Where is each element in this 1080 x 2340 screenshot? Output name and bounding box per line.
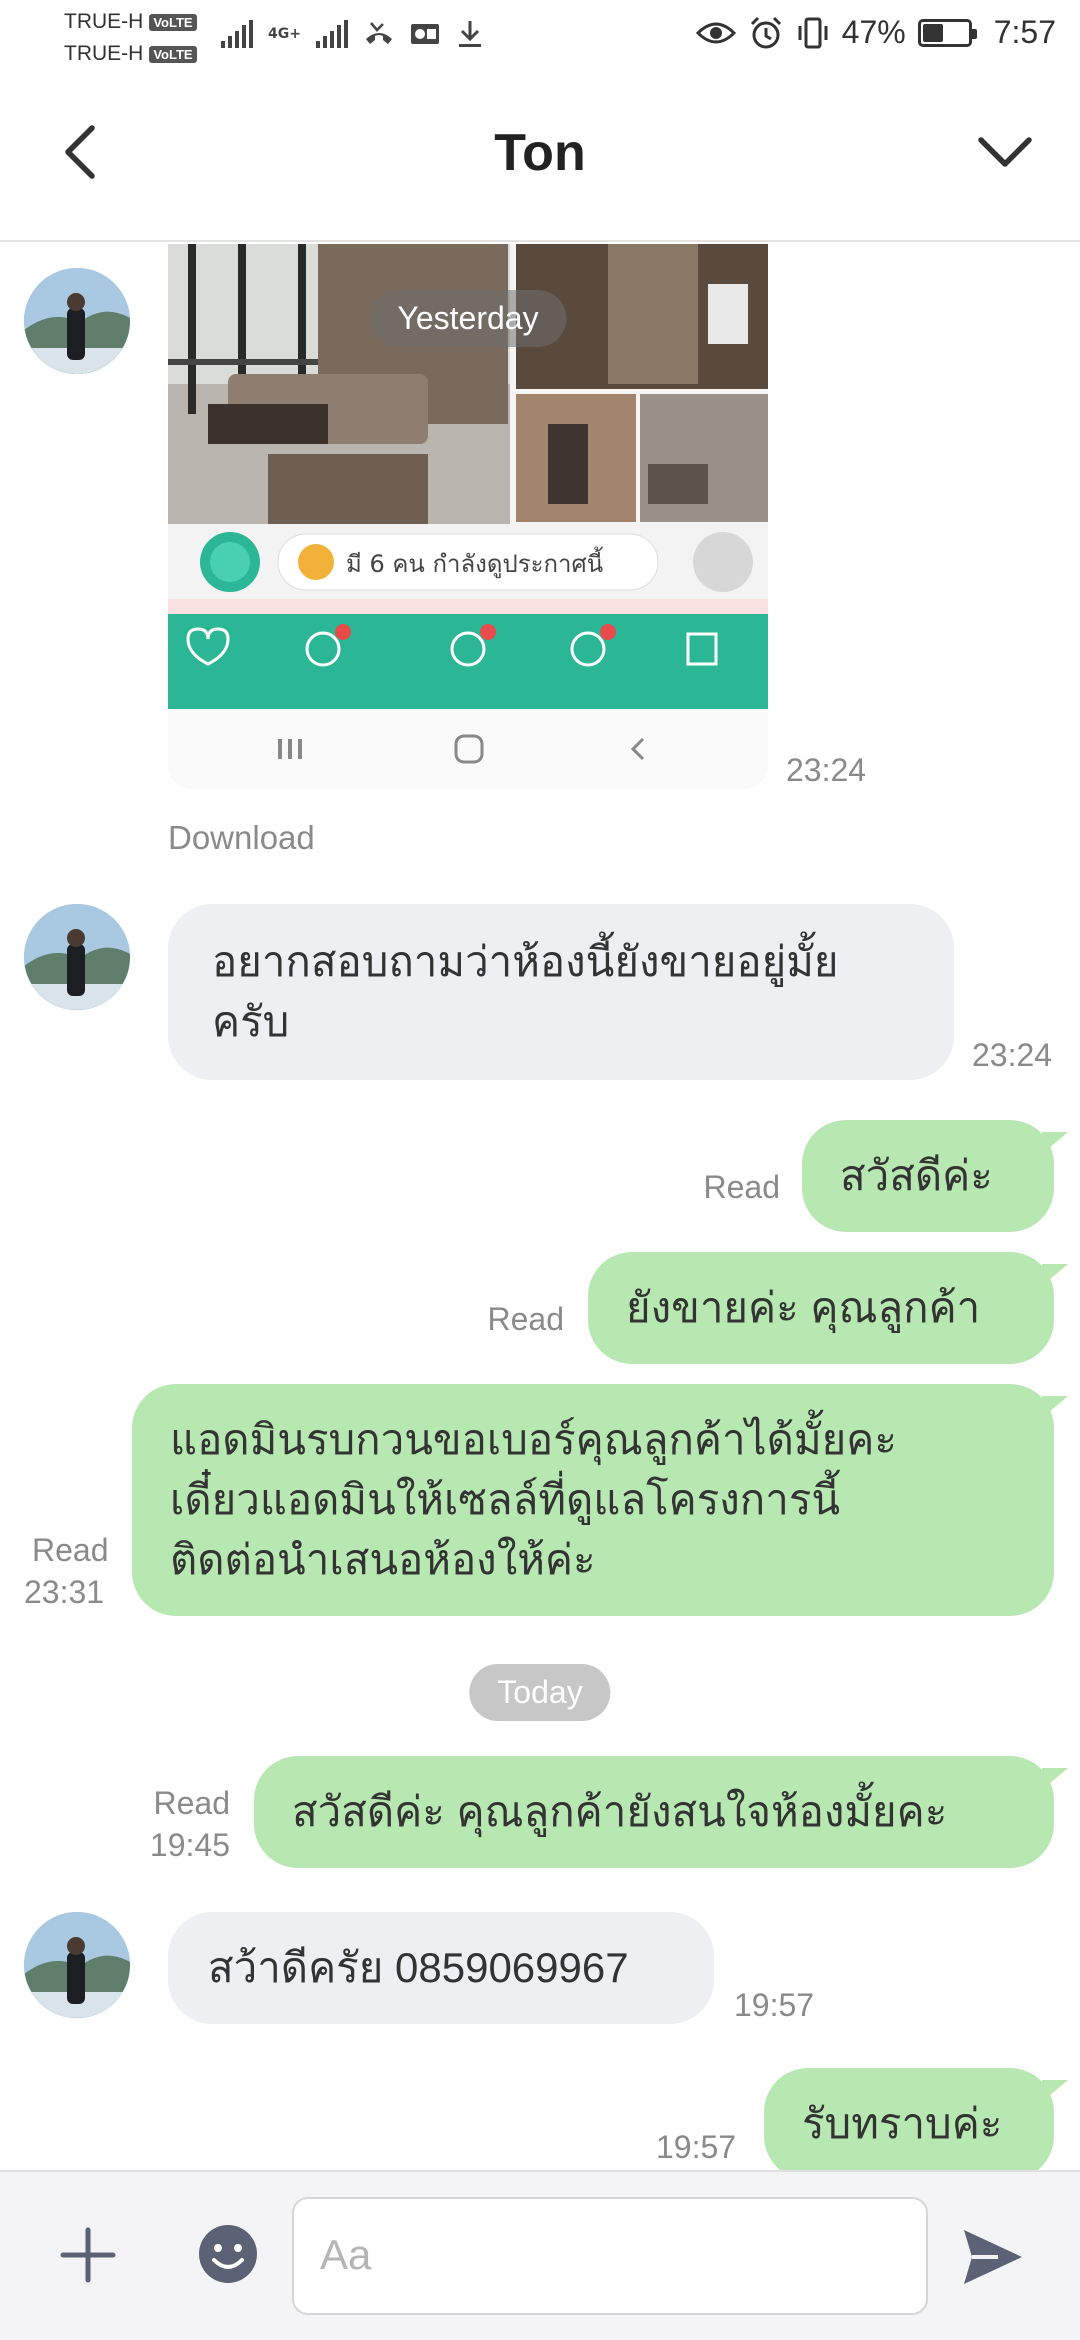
date-divider-today: Today xyxy=(469,1664,611,1721)
message-time: 23:24 xyxy=(786,752,867,788)
avatar[interactable] xyxy=(24,268,130,374)
read-receipt: Read xyxy=(703,1169,781,1205)
smiley-icon xyxy=(199,2225,257,2283)
chat-title: Ton xyxy=(494,124,586,182)
message-text-line: ติดต่อนำเสนอห้องให้ค่ะ xyxy=(170,1536,596,1583)
message-text: สวัสดีค่ะ xyxy=(840,1152,993,1199)
shared-image[interactable]: มี 6 คน กำลังดูประกาศนี้ Yesterday xyxy=(168,244,768,789)
read-receipt: Read xyxy=(487,1301,565,1337)
vibrate-icon xyxy=(798,17,828,48)
message-text-line: เดี๋ยวแอดมินให้เซลล์ที่ดูแลโครงการนี้ xyxy=(170,1476,841,1523)
outgoing-message-bubble[interactable]: รับทราบค่ะ xyxy=(764,2068,1068,2170)
battery-level xyxy=(922,23,944,42)
add-attachment-button[interactable] xyxy=(55,2222,121,2288)
message-text: รับทราบค่ะ xyxy=(802,2100,1003,2147)
status-icons-left: 4G+ xyxy=(220,18,485,50)
network-type-label: 4G+ xyxy=(268,26,301,42)
status-icons-right: 47% 7:57 xyxy=(695,14,1056,51)
chat-messages-area[interactable]: มี 6 คน กำลังดูประกาศนี้ Yesterday 23:24 xyxy=(0,244,1080,2170)
download-icon xyxy=(458,21,481,47)
message-input[interactable]: Aa xyxy=(292,2197,928,2315)
message-time: 19:57 xyxy=(734,1987,815,2023)
signal-icon xyxy=(221,20,253,48)
plus-icon xyxy=(60,2227,116,2283)
signal-icon-2 xyxy=(315,20,348,48)
clock-time: 7:57 xyxy=(993,14,1056,50)
avatar-photo xyxy=(24,268,130,374)
outgoing-message-bubble[interactable]: สวัสดีค่ะ xyxy=(802,1120,1068,1232)
carrier-info: TRUE-H VoLTE TRUE-H VoLTE xyxy=(64,6,197,70)
carrier-2-label: TRUE-H xyxy=(64,42,144,65)
incoming-message-bubble[interactable]: สว้าดีครัย 0859069967 xyxy=(168,1912,714,2024)
outgoing-message-bubble[interactable]: สวัสดีค่ะ คุณลูกค้ายังสนใจห้องมั้ยคะ xyxy=(254,1756,1068,1868)
download-link[interactable]: Download xyxy=(168,819,315,857)
message-time: 23:24 xyxy=(972,1037,1053,1073)
volte-badge-1: VoLTE xyxy=(149,13,197,31)
message-text: ยังขายค่ะ คุณลูกค้า xyxy=(626,1284,981,1331)
viewer-counter-text: มี 6 คน กำลังดูประกาศนี้ xyxy=(346,546,603,579)
volte-badge-2: VoLTE xyxy=(149,45,197,63)
message-text-line: ครับ xyxy=(212,998,290,1045)
avatar[interactable] xyxy=(24,904,130,1010)
message-text: สว้าดีครัย 0859069967 xyxy=(208,1944,629,1991)
send-icon xyxy=(964,2230,1022,2284)
emoji-button[interactable] xyxy=(196,2222,260,2286)
alarm-icon xyxy=(750,16,781,48)
chevron-down-icon xyxy=(978,137,1032,167)
avatar-photo xyxy=(24,1912,130,2018)
message-input-bar: Aa xyxy=(0,2170,1080,2340)
message-text-line: อยากสอบถามว่าห้องนี้ยังขายอยู่มั้ย xyxy=(212,938,839,985)
incoming-message-bubble[interactable]: อยากสอบถามว่าห้องนี้ยังขายอยู่มั้ย ครับ xyxy=(168,904,954,1080)
avatar-photo xyxy=(24,904,130,1010)
send-button[interactable] xyxy=(958,2222,1028,2292)
menu-toggle-button[interactable] xyxy=(970,117,1040,187)
battery-percent: 47% xyxy=(841,14,906,50)
outlook-icon xyxy=(410,24,439,44)
missed-call-icon xyxy=(365,22,392,44)
message-text: สวัสดีค่ะ คุณลูกค้ายังสนใจห้องมั้ยคะ xyxy=(292,1788,948,1835)
outgoing-message-bubble[interactable]: แอดมินรบกวนขอเบอร์คุณลูกค้าได้มั้ยคะ เดี… xyxy=(132,1384,1068,1616)
message-time: 23:31 xyxy=(24,1574,105,1610)
message-time: 19:57 xyxy=(656,2129,737,2165)
outgoing-message-bubble[interactable]: ยังขายค่ะ คุณลูกค้า xyxy=(588,1252,1068,1364)
carrier-1-label: TRUE-H xyxy=(64,10,144,33)
date-divider-yesterday: Yesterday xyxy=(369,290,567,347)
message-time: 19:45 xyxy=(149,1827,230,1863)
status-bar: TRUE-H VoLTE TRUE-H VoLTE 4G+ 47% 7:57 xyxy=(0,0,1080,75)
read-receipt: Read xyxy=(153,1785,231,1821)
chat-header: Ton xyxy=(0,75,1080,242)
read-receipt: Read xyxy=(32,1532,109,1568)
eye-icon xyxy=(695,22,736,43)
battery-icon xyxy=(917,18,977,47)
avatar[interactable] xyxy=(24,1912,130,2018)
message-text-line: แอดมินรบกวนขอเบอร์คุณลูกค้าได้มั้ยคะ xyxy=(170,1416,897,1463)
